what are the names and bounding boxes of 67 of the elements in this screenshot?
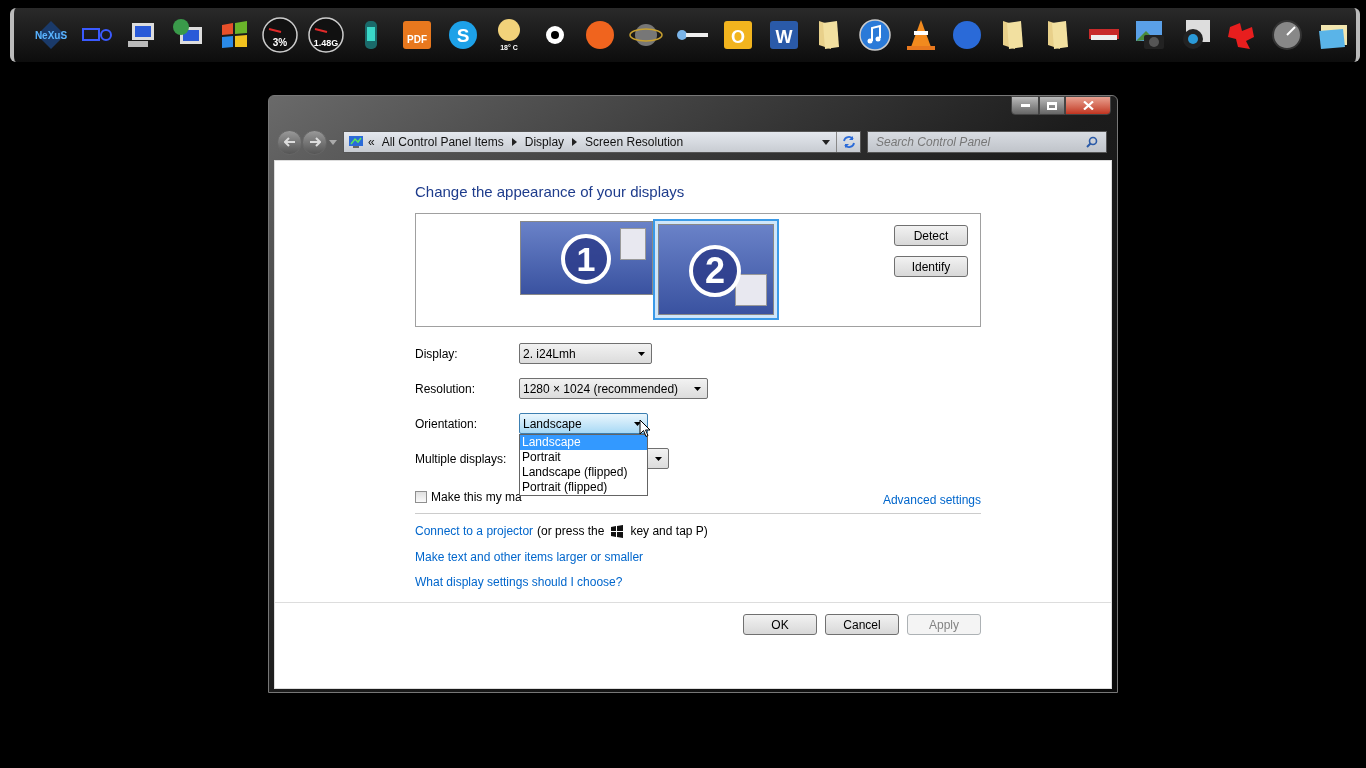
- hint-text: key and tap P): [630, 523, 708, 540]
- monitor-number: 2: [689, 245, 741, 297]
- forward-arrow-icon: [308, 137, 321, 147]
- address-bar[interactable]: « All Control Panel Items Display Screen Resolution: [343, 131, 861, 153]
- minimize-button[interactable]: [1011, 96, 1039, 115]
- dropdown[interactable]: 2. i24Lmh: [519, 343, 652, 364]
- recent-pages-caret-icon[interactable]: [329, 139, 337, 145]
- dropdown-caret-icon: [694, 386, 701, 391]
- close-button[interactable]: [1065, 96, 1111, 115]
- icon-label: 1.48G: [313, 38, 338, 48]
- field-label: Orientation:: [415, 415, 479, 433]
- field-label: Display:: [415, 345, 459, 363]
- monitor-number: 1: [561, 234, 611, 284]
- icon-label: O: [730, 27, 745, 47]
- projector-link[interactable]: Connect to a projector: [415, 522, 534, 540]
- dialog-button[interactable]: Cancel: [825, 614, 899, 635]
- search-input[interactable]: Search Control Panel: [876, 133, 1086, 151]
- breadcrumb-link[interactable]: Screen Resolution: [585, 133, 684, 151]
- action-button[interactable]: Detect: [894, 225, 968, 246]
- dropdown-caret-icon: [638, 351, 645, 356]
- dropdown-caret-icon: [634, 421, 641, 426]
- hint-text: (or press the: [537, 523, 605, 540]
- field-label: Resolution:: [415, 380, 477, 398]
- desktop-window-thumbnail: [735, 274, 767, 306]
- monitor-thumbnail[interactable]: 1: [519, 220, 654, 296]
- field-label: Multiple displays:: [415, 450, 508, 468]
- maximize-icon: [1047, 101, 1057, 110]
- desktop-window-thumbnail: [620, 228, 646, 260]
- dropdown-option[interactable]: Portrait (flipped): [520, 480, 647, 495]
- search-box[interactable]: Search Control Panel: [867, 131, 1107, 153]
- icon-label: NeXuS: [34, 30, 67, 41]
- breadcrumb-link[interactable]: All Control Panel Items: [381, 133, 504, 151]
- dialog-button[interactable]: OK: [743, 614, 817, 635]
- separator-arrow-icon[interactable]: [572, 138, 578, 146]
- dropdown[interactable]: 1280 × 1024 (recommended): [519, 378, 708, 399]
- dropdown-option[interactable]: Landscape (flipped): [520, 465, 647, 480]
- dropdown-caret-icon[interactable]: [822, 139, 830, 145]
- close-icon: [1082, 101, 1094, 110]
- separator-arrow-icon[interactable]: [511, 138, 517, 146]
- back-button[interactable]: [277, 129, 302, 155]
- checkbox[interactable]: [415, 491, 427, 503]
- maximize-button[interactable]: [1039, 96, 1065, 115]
- action-button[interactable]: Identify: [894, 256, 968, 277]
- dropdown-option[interactable]: Portrait: [520, 450, 647, 465]
- page-heading: Change the appearance of your displays: [415, 182, 686, 201]
- breadcrumb-link[interactable]: Display: [524, 133, 565, 151]
- gauge-icon[interactable]: 3%: [261, 17, 298, 53]
- help-link[interactable]: What display settings should I choose?: [415, 573, 623, 589]
- search-icon: [1086, 136, 1098, 148]
- icon-label: S: [456, 25, 470, 46]
- help-link[interactable]: Make text and other items larger or smaller: [415, 548, 644, 564]
- icon-label: PDF: [407, 34, 428, 45]
- music-note-icon[interactable]: [857, 17, 894, 53]
- refresh-icon: [841, 135, 856, 149]
- minimize-icon: [1020, 104, 1030, 107]
- control-panel-icon: [348, 135, 364, 149]
- icon-label: W: [775, 27, 793, 47]
- monitor-thumbnail[interactable]: 2: [653, 219, 779, 320]
- advanced-settings-link[interactable]: Advanced settings: [882, 491, 981, 509]
- back-arrow-icon: [283, 137, 296, 147]
- dropdown-caret-icon: [655, 456, 662, 461]
- gauge-icon[interactable]: 1.48G: [307, 17, 344, 53]
- windows-key-icon: [610, 524, 625, 538]
- dropdown[interactable]: Landscape: [519, 413, 648, 434]
- icon-label: 3%: [272, 37, 288, 48]
- forward-button[interactable]: [302, 129, 327, 155]
- overflow-chevron[interactable]: «: [368, 133, 375, 151]
